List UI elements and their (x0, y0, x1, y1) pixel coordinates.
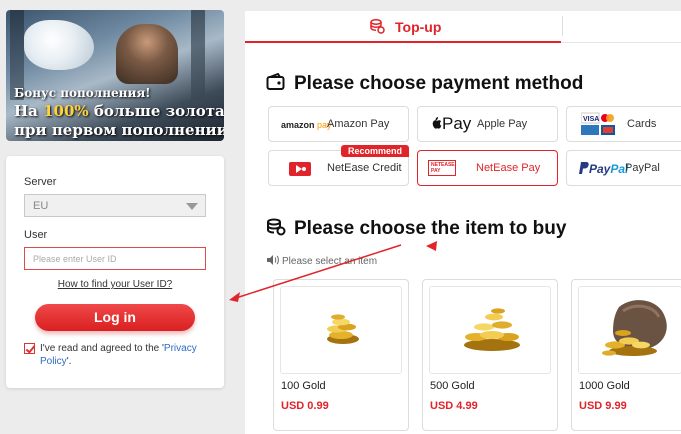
payment-method-label: Cards (627, 118, 657, 130)
server-value: EU (33, 200, 49, 212)
banner-character (116, 24, 178, 84)
item-card-1000-gold[interactable]: 1000 Gold USD 9.99 (571, 279, 681, 431)
cards-logo-icon: VISA (580, 112, 621, 136)
apple-pay-logo-icon: Pay (430, 114, 471, 133)
server-select[interactable]: EU (24, 194, 206, 217)
coins-icon (267, 218, 286, 236)
banner-line-3: при первом пополнении (14, 121, 224, 139)
item-price: USD 4.99 (430, 400, 478, 412)
payment-method-label: Apple Pay (477, 118, 528, 130)
paypal-logo-icon: PayPal (579, 162, 628, 178)
payment-amazon-pay[interactable]: amazon pay Amazon Pay (268, 106, 409, 142)
payment-paypal[interactable]: PayPal PayPal (566, 150, 681, 186)
payment-method-label: Amazon Pay (327, 118, 390, 130)
agree-text-end: '. (66, 356, 72, 367)
banner-tree (191, 10, 205, 100)
tab-divider (562, 16, 563, 36)
chevron-down-icon (186, 203, 198, 210)
speaker-icon (267, 255, 279, 265)
item-name: 500 Gold (430, 380, 475, 392)
server-label: Server (24, 176, 57, 188)
banner-line-1: Бонус пополнения! (14, 86, 151, 100)
item-price: USD 0.99 (281, 400, 329, 412)
gold-coins-image (280, 286, 402, 374)
coins-icon (370, 19, 385, 34)
how-to-find-user-id-link[interactable]: How to find your User ID? (6, 279, 224, 290)
item-price: USD 9.99 (579, 400, 627, 412)
agree-checkbox[interactable] (24, 343, 35, 354)
payment-cards[interactable]: VISA Cards (566, 106, 681, 142)
wallet-icon (266, 73, 285, 90)
login-button[interactable]: Log in (35, 304, 195, 331)
payment-apple-pay[interactable]: Pay Apple Pay (417, 106, 558, 142)
netease-credit-logo-icon (289, 161, 311, 177)
main-panel: Top-up Please choose payment method amaz… (245, 11, 681, 434)
tab-bar: Top-up (245, 11, 681, 43)
login-card: Server EU User How to find your User ID?… (6, 156, 224, 388)
promo-banner[interactable]: Бонус пополнения! На 100% больше золота … (6, 10, 224, 141)
payment-method-heading: Please choose payment method (266, 73, 583, 95)
amazon-pay-logo-icon: amazon pay (281, 120, 332, 130)
svg-text:VISA: VISA (583, 116, 599, 123)
select-item-hint: Please select an item (267, 255, 377, 267)
user-label: User (24, 229, 48, 241)
item-name: 1000 Gold (579, 380, 630, 392)
payment-method-label: NetEase Pay (476, 162, 541, 174)
gold-coins-image (429, 286, 551, 374)
agree-text: I've read and agreed to the ' (40, 343, 164, 354)
payment-netease-pay[interactable]: NETEASE PAY NetEase Pay (417, 150, 558, 186)
user-id-input[interactable] (24, 247, 206, 270)
gold-bag-image (578, 286, 681, 374)
payment-method-label: NetEase Credit (327, 162, 402, 174)
item-card-100-gold[interactable]: 100 Gold USD 0.99 (273, 279, 409, 431)
item-heading: Please choose the item to buy (266, 218, 566, 240)
banner-white-fox (24, 20, 94, 70)
payment-netease-credit[interactable]: Recommend NetEase Credit (268, 145, 409, 186)
item-card-500-gold[interactable]: 500 Gold USD 4.99 (422, 279, 558, 431)
netease-pay-logo-icon: NETEASE PAY (428, 160, 456, 176)
recommend-badge: Recommend (340, 145, 409, 157)
tab-top-up[interactable]: Top-up (245, 11, 561, 43)
payment-method-label: PayPal (625, 162, 660, 174)
tab-top-up-label: Top-up (395, 19, 442, 35)
banner-line-2: На 100% больше золота (14, 102, 224, 120)
item-name: 100 Gold (281, 380, 326, 392)
privacy-agreement: I've read and agreed to the 'Privacy Pol… (24, 342, 214, 368)
